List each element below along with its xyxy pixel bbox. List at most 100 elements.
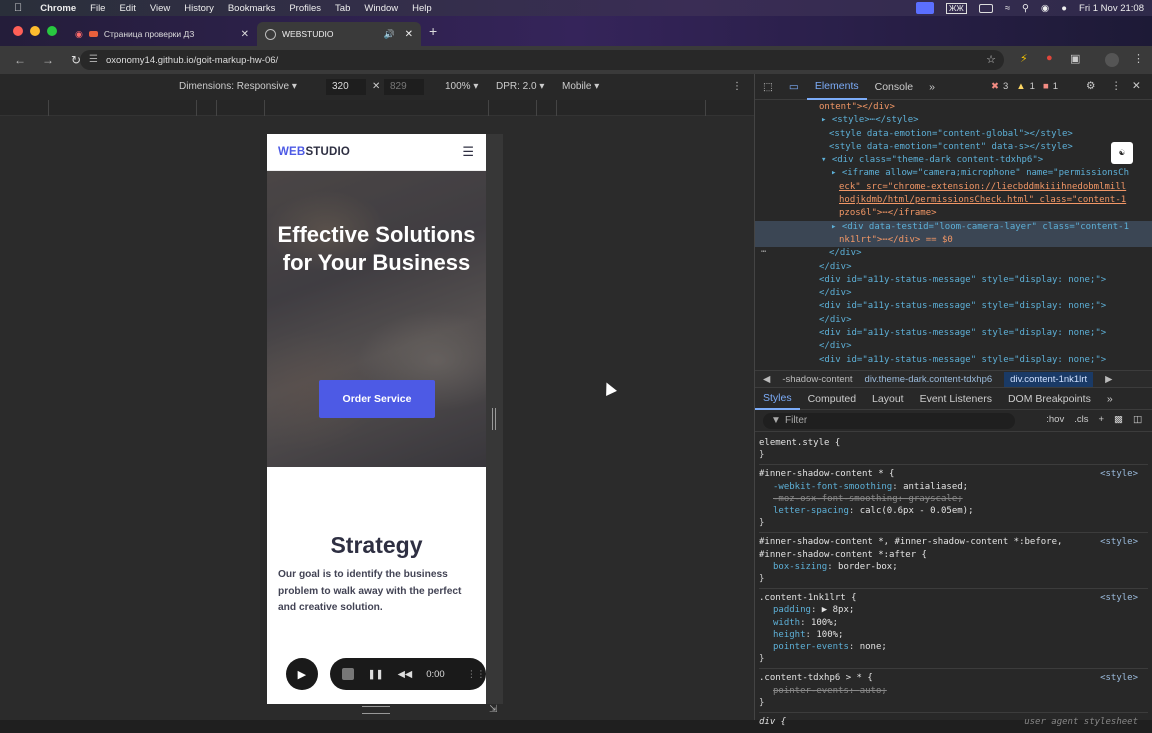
dom-line-options-icon[interactable]: ⋯ [761,246,766,259]
menubar-clock[interactable]: Fri 1 Nov 21:08 [1079,3,1144,14]
site-logo[interactable]: WEBSTUDIO [278,146,350,158]
battery-icon[interactable] [978,3,993,13]
dom-line[interactable]: eck" src="chrome-extension://liecbddmkii… [755,181,1152,194]
dom-line[interactable]: pzos6l">⋯</iframe> [755,207,1152,220]
issue-counters[interactable]: ✖ 3 ▲ 1 ■ 1 [991,81,1058,92]
expand-triangle-icon[interactable]: ▸ [831,222,836,232]
cls-toggle[interactable]: .cls [1074,414,1088,425]
styles-filter-input[interactable]: ▼ Filter [763,413,1015,429]
apple-icon[interactable]:  [14,2,22,14]
camera-icon[interactable]: ▶︎ [286,658,318,690]
resize-corner-icon[interactable]: ⇲ [489,704,497,715]
stop-recording-button[interactable] [341,668,354,680]
paint-icon[interactable]: ▩ [1114,414,1123,425]
address-bar[interactable]: ☰ oxonomy14.github.io/goit-markup-hw-06/… [80,50,1004,70]
devtools-menu-icon[interactable]: ⋮ [1111,80,1122,92]
subtab-dom-breakpoints[interactable]: DOM Breakpoints [1000,393,1099,405]
tab-console[interactable]: Console [867,74,922,100]
rewind-icon[interactable]: ◀◀ [398,669,413,680]
dom-line[interactable]: </div> [755,261,1152,274]
css-rule[interactable]: <style> .content-tdxhp6 > * { pointer-ev… [759,669,1148,714]
dom-line[interactable]: ▾ <div class="theme-dark content-tdxhp6"… [755,154,1152,167]
order-service-button[interactable]: Order Service [319,380,435,418]
media-query-ruler[interactable] [0,100,754,116]
extension-bolt-icon[interactable]: ⚡ [1020,52,1028,65]
menu-window[interactable]: Window [364,3,398,14]
subtab-event-listeners[interactable]: Event Listeners [912,393,1000,405]
dom-line[interactable]: </div> [755,314,1152,327]
profile-avatar[interactable] [1105,53,1119,67]
new-tab-button[interactable]: + [429,23,437,39]
mobile-page-viewport[interactable]: WEBSTUDIO ☰ Effective Solutions for Your… [267,134,486,704]
dom-line[interactable]: <style data-emotion="content" data-s></s… [755,141,1152,154]
viewport-height-input[interactable]: 829 [384,79,424,95]
accessibility-tree-icon[interactable]: ☯ [1111,142,1133,164]
breadcrumb-item-active[interactable]: div.content-1nk1lrt [1004,371,1094,387]
menu-edit[interactable]: Edit [119,3,135,14]
dom-line[interactable]: </div> [755,340,1152,353]
screen-recording-icon[interactable] [916,2,935,14]
subtab-layout[interactable]: Layout [864,393,912,405]
pause-icon[interactable]: ❚❚ [368,669,384,680]
dom-tree[interactable]: ontent"></div> ▸ <style>⋯</style> <style… [755,100,1152,370]
dom-line[interactable]: ▸ <style>⋯</style> [755,114,1152,127]
close-tab-icon[interactable]: ✕ [405,29,413,40]
css-property-overridden[interactable]: -moz-osx-font-smoothing: grayscale; [759,493,1148,505]
siri-icon[interactable]: ● [1061,3,1067,14]
dom-line[interactable]: </div> [755,287,1152,300]
inspect-element-icon[interactable]: ⬚ [755,74,781,100]
site-info-icon[interactable]: ☰ [89,54,98,65]
css-property[interactable]: width: 100%; [759,617,1148,629]
dom-line-selected[interactable]: nk1lrt">⋯</div> == $0 [755,233,1152,248]
menu-tab[interactable]: Tab [335,3,350,14]
new-rule-plus-icon[interactable]: + [1098,414,1104,425]
extension-loom-icon[interactable]: ● [1046,52,1053,64]
dom-line[interactable]: <div id="a11y-status-message" style="dis… [755,354,1152,367]
breadcrumb-item[interactable]: div.theme-dark.content-tdxhp6 [865,374,993,385]
tab-webstudio[interactable]: WEBSTUDIO 🔊 ✕ [257,22,421,46]
css-rule[interactable]: <style> .content-1nk1lrt { padding: ▶ 8p… [759,589,1148,670]
dom-line[interactable]: ontent"></div> [755,101,1152,114]
close-devtools-icon[interactable]: ✕ [1132,80,1141,92]
menu-view[interactable]: View [150,3,170,14]
breadcrumb-scroll-right-icon[interactable]: ▶ [1105,374,1112,385]
dimensions-select[interactable]: Dimensions: Responsive ▾ [179,81,297,92]
url-text[interactable]: oxonomy14.github.io/goit-markup-hw-06/ [106,55,278,66]
back-arrow-icon[interactable]: ← [12,53,28,67]
zoom-select[interactable]: 100% ▾ [445,81,478,92]
viewport-width-input[interactable]: 320 [326,79,366,95]
dom-line[interactable]: <div id="a11y-status-message" style="dis… [755,300,1152,313]
menu-bookmarks[interactable]: Bookmarks [228,3,276,14]
bookmark-star-icon[interactable]: ☆ [986,53,996,66]
css-property[interactable]: padding: ▶ 8px; [759,604,1148,616]
styles-pane[interactable]: element.style { } <style> #inner-shadow-… [755,432,1152,733]
css-rule[interactable]: element.style { } [759,434,1148,466]
wifi-icon[interactable]: ≈ [1005,3,1010,14]
breadcrumb-item[interactable]: -shadow-content [782,374,852,385]
control-center-icon[interactable]: ◉ [1041,3,1049,14]
expand-triangle-icon[interactable]: ▸ [831,168,836,178]
breadcrumb-scroll-left-icon[interactable]: ◀ [763,374,770,385]
dom-line[interactable]: <div id="a11y-status-message" style="dis… [755,327,1152,340]
menu-profiles[interactable]: Profiles [289,3,321,14]
css-property-overridden[interactable]: pointer-events: auto; [759,685,1148,697]
forward-arrow-icon[interactable]: → [40,53,56,67]
menu-file[interactable]: File [90,3,105,14]
close-window-button[interactable] [13,26,23,36]
spotlight-search-icon[interactable]: ⚲ [1022,3,1029,14]
input-source-indicator[interactable]: ЖЖ [946,2,967,14]
more-subtabs-icon[interactable]: » [1099,393,1121,405]
css-property[interactable]: box-sizing: border-box; [759,561,1148,573]
device-type-select[interactable]: Mobile ▾ [562,81,599,92]
device-toolbar-menu-icon[interactable]: ⋮ [732,81,742,92]
dom-line[interactable]: <div id="a11y-status-message" style="dis… [755,274,1152,287]
css-source-link[interactable]: <style> [1100,672,1138,684]
more-tabs-icon[interactable]: » [921,74,943,100]
tab-elements[interactable]: Elements [806,74,867,100]
css-rule[interactable]: <style> #inner-shadow-content * { -webki… [759,465,1148,534]
extensions-puzzle-icon[interactable]: ▣ [1070,52,1080,65]
dom-line-selected[interactable]: ▸ <div data-testid="loom-camera-layer" c… [755,220,1152,234]
minimize-window-button[interactable] [30,26,40,36]
css-rule[interactable]: user agent stylesheet div { [759,713,1148,731]
viewport-resize-handle-bottom[interactable] [362,706,390,714]
